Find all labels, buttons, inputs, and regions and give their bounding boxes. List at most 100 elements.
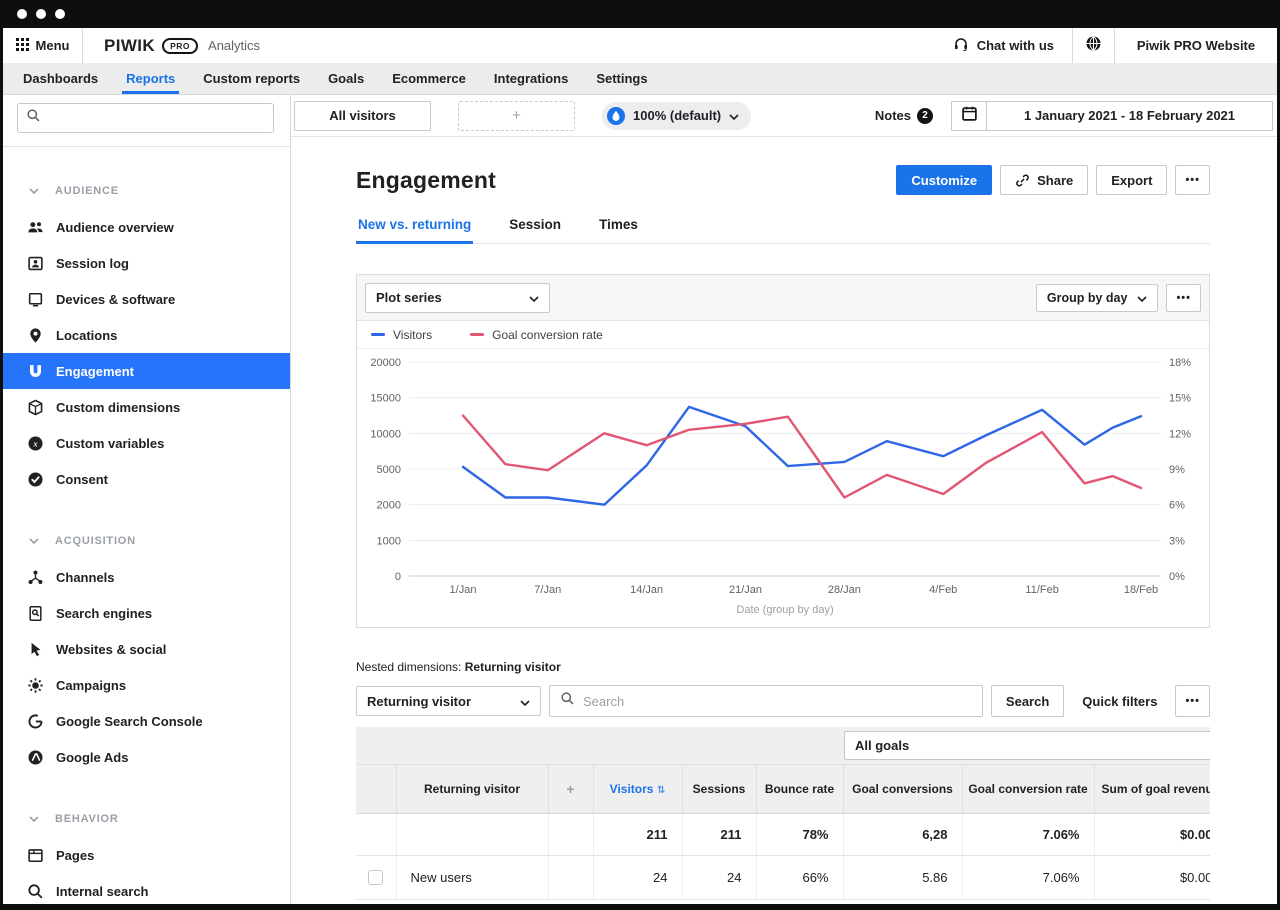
customize-button[interactable]: Customize: [896, 165, 992, 195]
nav-tab-dashboards[interactable]: Dashboards: [9, 63, 112, 94]
sidebar-item-locations[interactable]: Locations: [3, 317, 290, 353]
left-axis-tick-label: 10000: [370, 428, 401, 440]
brand-logo[interactable]: PIWIK PRO Analytics: [104, 28, 260, 63]
legend-item-visitors[interactable]: Visitors: [371, 328, 432, 342]
sidebar-search[interactable]: [17, 103, 274, 133]
sidebar-search-input[interactable]: [47, 111, 265, 126]
column-header-sessions[interactable]: Sessions: [682, 765, 756, 813]
table-search[interactable]: [549, 685, 983, 717]
sidebar-item-search-engines[interactable]: Search engines: [3, 595, 290, 631]
chart-more-button[interactable]: •••: [1166, 284, 1201, 312]
sidebar-section-header-acquisition[interactable]: ACQUISITION: [3, 523, 290, 559]
row-label: New users: [396, 855, 548, 899]
table-more-button[interactable]: •••: [1175, 685, 1210, 717]
share-button[interactable]: Share: [1000, 165, 1088, 195]
legend-label: Visitors: [393, 328, 432, 342]
nav-tab-custom-reports[interactable]: Custom reports: [189, 63, 314, 94]
sidebar-item-google-ads[interactable]: Google Ads: [3, 739, 290, 775]
table-search-button[interactable]: Search: [991, 685, 1064, 717]
dimension-select[interactable]: Returning visitor: [356, 686, 541, 716]
calendar-button[interactable]: [951, 101, 987, 131]
nav-tab-settings[interactable]: Settings: [582, 63, 661, 94]
nav-tab-integrations[interactable]: Integrations: [480, 63, 582, 94]
chat-label: Chat with us: [977, 38, 1054, 53]
sidebar-item-pages[interactable]: Pages: [3, 837, 290, 873]
legend-item-goal-conversion-rate[interactable]: Goal conversion rate: [470, 328, 603, 342]
svg-text:x: x: [32, 438, 38, 448]
checkbox-cell: [356, 855, 396, 899]
segment-bar: All visitors + 100% (default) Notes 2: [291, 95, 1277, 137]
search-icon: [26, 108, 41, 128]
sidebar-section-header-behavior[interactable]: BEHAVIOR: [3, 801, 290, 837]
tab-session[interactable]: Session: [507, 211, 563, 244]
left-axis-tick-label: 15000: [370, 393, 401, 405]
date-range-selector[interactable]: 1 January 2021 - 18 February 2021: [986, 101, 1273, 131]
sidebar-item-engagement[interactable]: Engagement: [3, 353, 290, 389]
table-totals-row: 21121178%6,287.06%$0.00: [356, 813, 1210, 855]
cursor-icon: [27, 641, 44, 658]
table-search-input[interactable]: [583, 694, 972, 709]
column-header-bounce-rate[interactable]: Bounce rate: [756, 765, 843, 813]
chevron-down-icon: [529, 290, 539, 305]
column-header-goal-conversions[interactable]: Goal conversions: [843, 765, 962, 813]
cell-sessions: 24: [682, 855, 756, 899]
group-by-select[interactable]: Group by day: [1036, 284, 1159, 312]
sidebar-item-session-log[interactable]: Session log: [3, 245, 290, 281]
column-header-select[interactable]: [356, 765, 396, 813]
report-more-button[interactable]: •••: [1175, 165, 1210, 195]
nav-tab-goals[interactable]: Goals: [314, 63, 378, 94]
table-row-new-users[interactable]: New users242466%5.867.06%$0.00: [356, 855, 1210, 899]
sidebar-item-devices-software[interactable]: Devices & software: [3, 281, 290, 317]
column-header-sum-of-goal-revenue[interactable]: Sum of goal revenue: [1094, 765, 1210, 813]
sidebar-item-label: Pages: [56, 848, 94, 863]
main-content: All visitors + 100% (default) Notes 2: [291, 95, 1277, 904]
sidebar-item-consent[interactable]: Consent: [3, 461, 290, 497]
x-axis-tick-label: 28/Jan: [828, 584, 861, 596]
left-axis-tick-label: 2000: [377, 500, 401, 512]
column-header-returning-visitor[interactable]: Returning visitor: [396, 765, 548, 813]
left-axis-tick-label: 20000: [370, 357, 401, 369]
export-button[interactable]: Export: [1096, 165, 1167, 195]
plot-series-select[interactable]: Plot series: [365, 283, 550, 313]
empty-cell: [356, 813, 396, 855]
window-control-dot[interactable]: [17, 9, 27, 19]
website-selector[interactable]: Piwik PRO Website: [1114, 28, 1277, 63]
language-button[interactable]: [1072, 28, 1114, 63]
legend-label: Goal conversion rate: [492, 328, 603, 342]
location-pin-icon: [27, 327, 44, 344]
add-segment-button[interactable]: +: [458, 101, 575, 131]
sidebar-item-internal-search[interactable]: Internal search: [3, 873, 290, 904]
sidebar-section-header-audience[interactable]: AUDIENCE: [3, 173, 290, 209]
menu-button[interactable]: Menu: [3, 28, 83, 63]
sidebar-item-channels[interactable]: Channels: [3, 559, 290, 595]
sidebar-item-label: Channels: [56, 570, 115, 585]
sidebar-item-websites-social[interactable]: Websites & social: [3, 631, 290, 667]
sidebar-item-campaigns[interactable]: Campaigns: [3, 667, 290, 703]
window-control-dot[interactable]: [55, 9, 65, 19]
tab-new-vs-returning[interactable]: New vs. returning: [356, 211, 473, 244]
sample-rate-selector[interactable]: 100% (default): [602, 102, 751, 130]
tab-times[interactable]: Times: [597, 211, 640, 244]
sidebar-item-audience-overview[interactable]: Audience overview: [3, 209, 290, 245]
right-axis-tick-label: 6%: [1169, 500, 1185, 512]
nav-tab-ecommerce[interactable]: Ecommerce: [378, 63, 480, 94]
window-control-dot[interactable]: [36, 9, 46, 19]
notes-button[interactable]: Notes 2: [875, 108, 933, 124]
chart-legend: Visitors Goal conversion rate: [357, 321, 1209, 349]
sidebar-item-google-search-console[interactable]: Google Search Console: [3, 703, 290, 739]
all-goals-selector[interactable]: All goals: [844, 731, 1210, 760]
row-checkbox[interactable]: [368, 870, 383, 885]
right-axis-tick-label: 12%: [1169, 428, 1191, 440]
chat-with-us-button[interactable]: Chat with us: [935, 28, 1072, 63]
all-visitors-segment-button[interactable]: All visitors: [294, 101, 431, 131]
right-axis-tick-label: 0%: [1169, 571, 1185, 583]
quick-filters-button[interactable]: Quick filters: [1072, 694, 1167, 709]
sidebar-item-custom-variables[interactable]: xCustom variables: [3, 425, 290, 461]
engagement-chart-svg: 00%10003%20006%50009%1000012%1500015%200…: [357, 349, 1209, 627]
column-header-blank[interactable]: +: [548, 765, 593, 813]
sidebar-item-custom-dimensions[interactable]: Custom dimensions: [3, 389, 290, 425]
column-header-visitors[interactable]: Visitors ⇅: [593, 765, 682, 813]
column-header-goal-conversion-rate[interactable]: Goal conversion rate: [962, 765, 1094, 813]
share-label: Share: [1037, 173, 1073, 188]
nav-tab-reports[interactable]: Reports: [112, 63, 189, 94]
